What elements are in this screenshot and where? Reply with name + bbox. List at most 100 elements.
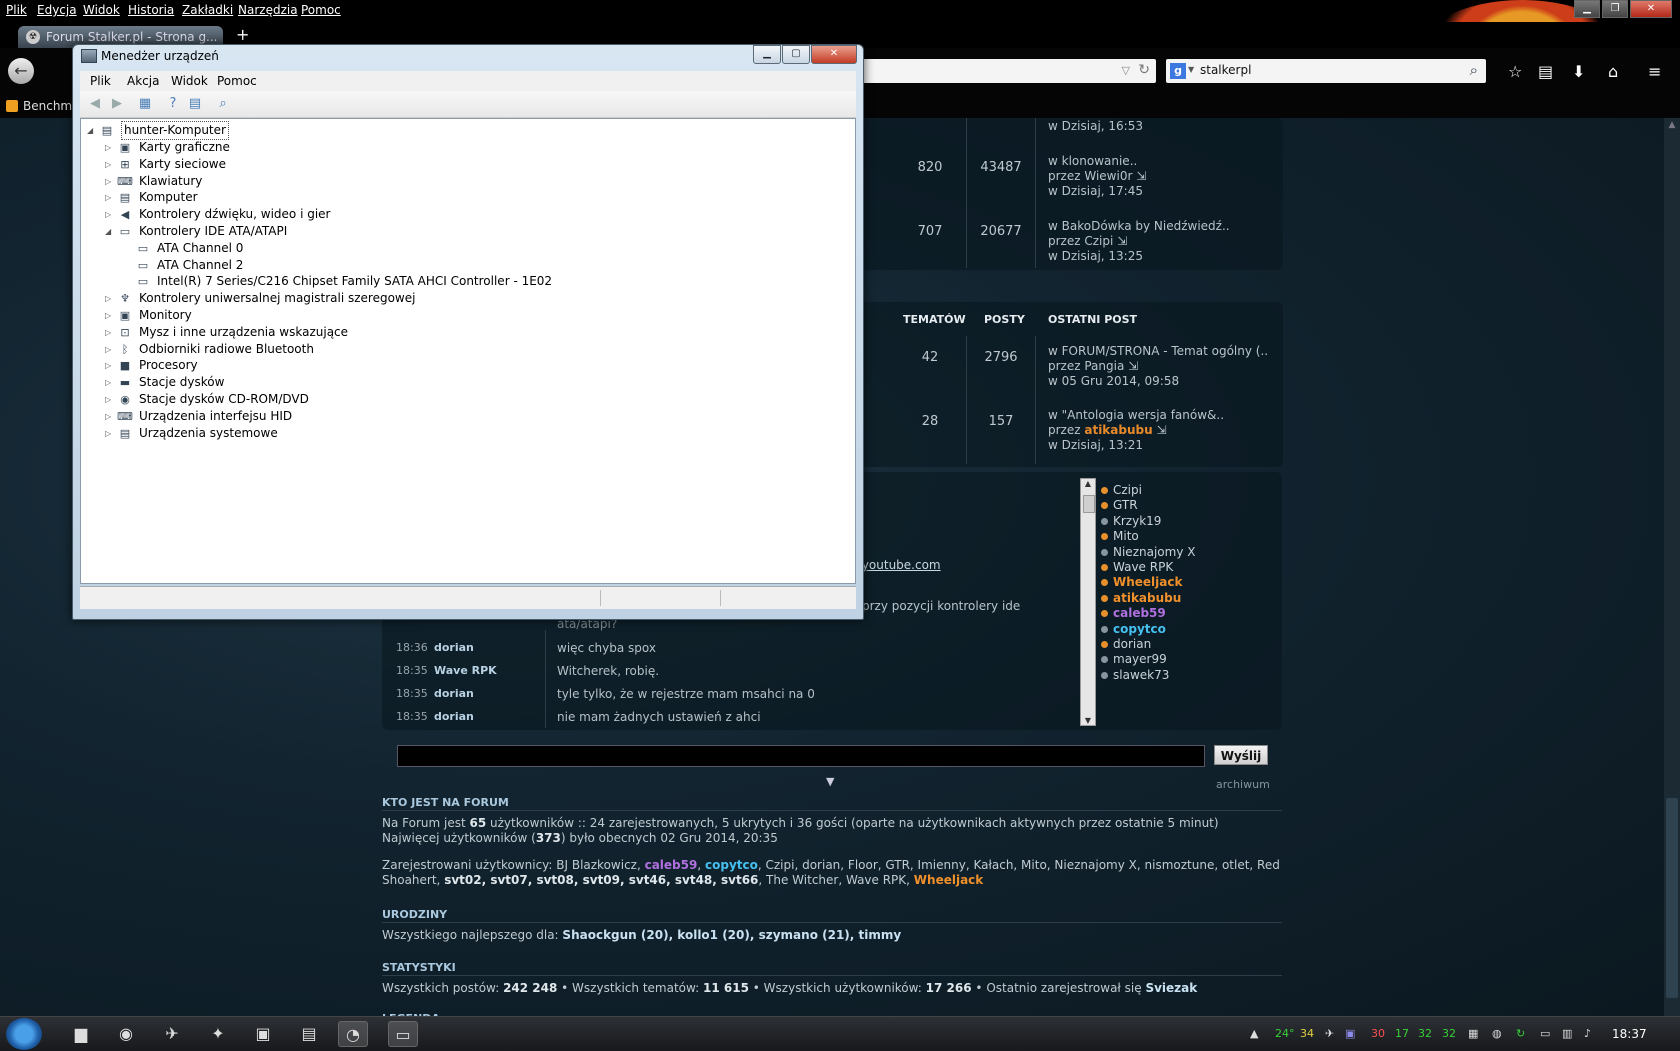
- chat-input[interactable]: [397, 745, 1205, 767]
- chat-username[interactable]: caleb59: [1113, 606, 1166, 620]
- menu-zakladki[interactable]: Zakładki: [182, 3, 233, 17]
- chat-user[interactable]: atikabubu: [1099, 591, 1269, 606]
- maximize-icon[interactable]: ▢: [782, 45, 810, 64]
- menu-plik[interactable]: Plik: [6, 3, 27, 17]
- scroll-up-icon[interactable]: ▲: [1664, 120, 1680, 130]
- search-icon[interactable]: ⌕: [1470, 61, 1478, 79]
- clipboard-icon[interactable]: ▤: [1538, 62, 1553, 81]
- chat-user[interactable]: caleb59: [1099, 606, 1269, 621]
- expand-icon[interactable]: ▷: [105, 357, 115, 374]
- chat-user[interactable]: copytco: [1099, 622, 1269, 637]
- chat-username[interactable]: Wave RPK: [1113, 560, 1173, 574]
- plane-icon[interactable]: ✈: [1325, 1027, 1334, 1040]
- chat-username[interactable]: Mito: [1113, 529, 1139, 543]
- last-post-topic[interactable]: w FORUM/STRONA - Temat ogólny (..: [1048, 344, 1268, 359]
- chevron-down-icon[interactable]: ▽: [1122, 64, 1130, 77]
- chat-user[interactable]: Wheeljack: [1099, 575, 1269, 590]
- media-icon[interactable]: ◉: [111, 1021, 141, 1047]
- chat-user[interactable]: GTR: [1099, 498, 1269, 513]
- menu-plik[interactable]: Plik: [90, 74, 111, 88]
- firefox-icon[interactable]: ◔: [338, 1021, 368, 1047]
- chat-user[interactable]: Nieznajomy X: [1099, 545, 1269, 560]
- volume-icon[interactable]: ♪: [1584, 1027, 1591, 1040]
- chat-username[interactable]: copytco: [1113, 622, 1166, 636]
- chevron-down-icon[interactable]: ▼: [1188, 65, 1194, 74]
- expand-icon[interactable]: ▷: [105, 341, 115, 358]
- google-icon[interactable]: g: [1170, 63, 1186, 79]
- expand-icon[interactable]: ▷: [105, 156, 115, 173]
- chat-username[interactable]: mayer99: [1113, 652, 1167, 666]
- archive-link[interactable]: archiwum: [1216, 778, 1270, 791]
- last-post-topic[interactable]: w "Antologia wersja fanów&..: [1048, 408, 1224, 423]
- monitor-icon[interactable]: ▣: [1345, 1027, 1355, 1040]
- chat-username[interactable]: dorian: [434, 687, 474, 700]
- scroll-thumb[interactable]: [1083, 495, 1095, 513]
- scroll-down-icon[interactable]: ▼: [1081, 716, 1095, 725]
- menu-pomoc[interactable]: Pomoc: [217, 74, 257, 88]
- close-icon[interactable]: ✕: [811, 45, 857, 64]
- back-icon[interactable]: ◀: [86, 96, 104, 112]
- hamburger-menu-icon[interactable]: ≡: [1648, 62, 1661, 81]
- close-icon[interactable]: ✕: [1630, 0, 1672, 18]
- expand-icon[interactable]: ▷: [105, 290, 115, 307]
- menu-edycja[interactable]: Edycja: [37, 3, 77, 17]
- menu-historia[interactable]: Historia: [128, 3, 174, 17]
- wifi-icon[interactable]: ▥: [1562, 1027, 1572, 1040]
- view-post-icon[interactable]: ⇲: [1117, 234, 1127, 248]
- chat-user[interactable]: mayer99: [1099, 652, 1269, 667]
- home-icon[interactable]: ⌂: [1608, 62, 1618, 81]
- chat-username[interactable]: Nieznajomy X: [1113, 545, 1195, 559]
- view-post-icon[interactable]: ⇲: [1136, 169, 1146, 183]
- menu-narzedzia[interactable]: Narzędzia: [238, 3, 298, 17]
- chat-scrollbar[interactable]: ▲ ▼: [1080, 478, 1096, 726]
- scan-hardware-icon[interactable]: ⌕: [214, 96, 232, 112]
- expand-icon[interactable]: ▷: [105, 324, 115, 341]
- expand-icon[interactable]: ▷: [105, 408, 115, 425]
- chat-username[interactable]: Wheeljack: [1113, 575, 1182, 589]
- chat-user[interactable]: slawek73: [1099, 668, 1269, 683]
- expand-icon[interactable]: ▷: [105, 173, 115, 190]
- menu-akcja[interactable]: Akcja: [127, 74, 159, 88]
- chat-user[interactable]: dorian: [1099, 637, 1269, 652]
- tray-up-icon[interactable]: ▲: [1250, 1027, 1258, 1040]
- search-bar[interactable]: g ▼ stalkerpl ⌕: [1166, 59, 1486, 83]
- chat-username[interactable]: Wave RPK: [434, 664, 497, 677]
- expand-icon[interactable]: ▷: [105, 391, 115, 408]
- send-button[interactable]: Wyślij: [1214, 745, 1268, 765]
- minimize-icon[interactable]: ▁: [753, 45, 781, 64]
- expanded-icon[interactable]: ◢: [105, 223, 115, 240]
- expand-icon[interactable]: ▷: [105, 139, 115, 156]
- chat-user[interactable]: Mito: [1099, 529, 1269, 544]
- gpu-icon[interactable]: ▦: [1468, 1027, 1478, 1040]
- chat-username[interactable]: GTR: [1113, 498, 1138, 512]
- expand-icon[interactable]: ▷: [105, 206, 115, 223]
- clock[interactable]: 18:37: [1612, 1027, 1647, 1041]
- download-icon[interactable]: ⬇: [1572, 62, 1585, 81]
- properties-icon[interactable]: ▤: [186, 96, 204, 112]
- screen-icon[interactable]: ▭: [1540, 1027, 1550, 1040]
- chat-user[interactable]: Krzyk19: [1099, 514, 1269, 529]
- page-scrollbar[interactable]: ▲: [1664, 118, 1680, 1016]
- chat-username[interactable]: dorian: [434, 641, 474, 654]
- expanded-icon[interactable]: ◢: [87, 122, 97, 139]
- restore-icon[interactable]: ❐: [1602, 0, 1628, 18]
- menu-widok[interactable]: Widok: [83, 3, 120, 17]
- collapse-icon[interactable]: ▼: [826, 775, 834, 788]
- console-tree-icon[interactable]: ▦: [136, 96, 154, 112]
- save-icon[interactable]: ▣: [248, 1021, 278, 1047]
- scroll-thumb[interactable]: [1666, 798, 1678, 998]
- menu-widok[interactable]: Widok: [171, 74, 208, 88]
- reload-icon[interactable]: ↻: [1138, 62, 1150, 78]
- folder-icon[interactable]: ▆: [66, 1021, 96, 1047]
- update-icon[interactable]: ↻: [1516, 1027, 1525, 1040]
- network-icon[interactable]: ▤: [294, 1021, 324, 1047]
- new-tab-button[interactable]: +: [236, 25, 249, 44]
- chat-username[interactable]: Czipi: [1113, 483, 1142, 497]
- bookmark-benchmark[interactable]: Benchma: [6, 99, 79, 113]
- chat-username[interactable]: slawek73: [1113, 668, 1169, 682]
- steam-icon[interactable]: ◍: [1492, 1027, 1502, 1040]
- expand-icon[interactable]: ▷: [105, 307, 115, 324]
- view-post-icon[interactable]: ⇲: [1128, 359, 1138, 373]
- chat-username[interactable]: Krzyk19: [1113, 514, 1161, 528]
- search-input[interactable]: stalkerpl: [1200, 63, 1251, 77]
